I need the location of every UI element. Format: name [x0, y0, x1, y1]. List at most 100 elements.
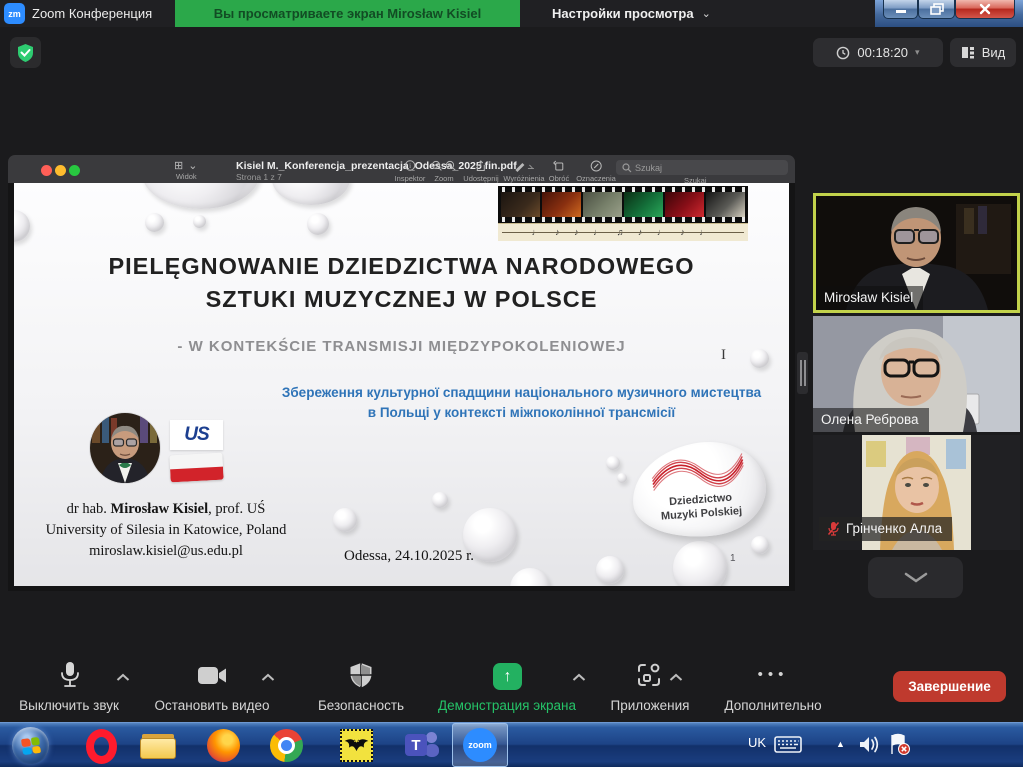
windows-logo-icon	[20, 736, 40, 754]
author-email: miroslaw.kisiel@us.edu.pl	[22, 541, 310, 562]
keyboard-layout-icon[interactable]	[774, 734, 802, 759]
film-frame	[542, 192, 581, 217]
bubble-decoration	[673, 541, 727, 586]
clock-icon	[836, 46, 850, 60]
language-indicator[interactable]: UK	[748, 735, 766, 750]
bubble-decoration	[14, 210, 30, 242]
stop-video-button-label[interactable]: Остановить видео	[154, 698, 269, 713]
zoom-app-icon-glyph: zm	[8, 9, 21, 19]
apps-icon[interactable]	[636, 662, 662, 693]
minimize-button[interactable]	[883, 0, 918, 19]
share-screen-button-label[interactable]: Демонстрация экрана	[438, 698, 576, 713]
security-button-label[interactable]: Безопасность	[318, 698, 404, 713]
meeting-timer[interactable]: 00:18:20 ▾	[813, 38, 943, 67]
mute-button-label[interactable]: Выключить звук	[19, 698, 119, 713]
author-affiliation: University of Silesia in Katowice, Polan…	[22, 520, 310, 541]
sidebar-toggle-icon: ⊞ ⌄	[174, 159, 199, 172]
hidden-icons-button[interactable]: ▲	[836, 739, 845, 749]
pdf-tool-highlight[interactable]: Wyróżnienia	[503, 159, 544, 183]
heritage-logo-droplet: Dziedzictwo Muzyki Polskiej	[627, 435, 771, 545]
bubble-decoration	[617, 473, 627, 483]
bubble-decoration	[272, 183, 350, 205]
meeting-security-badge[interactable]	[10, 37, 41, 68]
view-button-label: Вид	[982, 45, 1006, 60]
pdf-page-status: Strona 1 z 7	[236, 172, 282, 182]
film-frame	[501, 192, 540, 217]
pdf-tool-inspector[interactable]: i Inspektor	[395, 159, 426, 183]
taskbar-opera-icon[interactable]	[86, 729, 120, 763]
svg-text:i: i	[409, 162, 411, 170]
taskbar-explorer-icon[interactable]	[140, 729, 174, 763]
bubble-decoration	[193, 215, 206, 228]
panel-resize-handle[interactable]	[797, 352, 808, 394]
pdf-sidebar-toggle[interactable]: ⊞ ⌄ Widok	[174, 159, 199, 181]
pdf-tool-markup[interactable]: Oznaczenia	[576, 159, 616, 183]
start-button[interactable]	[12, 727, 49, 764]
taskbar-firefox-icon[interactable]	[207, 729, 241, 763]
slide-subtitle: - W KONTEKŚCIE TRANSMISJI MIĘDZYPOKOLENI…	[14, 338, 789, 355]
action-center-flag-icon[interactable]	[888, 733, 912, 761]
info-icon: i	[395, 159, 426, 172]
pdf-tool-rotate[interactable]: Obróć	[549, 159, 569, 183]
collapse-panel-button[interactable]	[868, 557, 963, 598]
bubble-decoration	[751, 536, 769, 554]
taskbar-zoom-button-active[interactable]: zoom	[452, 723, 508, 767]
author-block: dr hab. Mirosław Kisiel, prof. UŚ Univer…	[22, 499, 310, 562]
pdf-tool-share[interactable]: Udostępnij	[463, 159, 498, 183]
presentation-slide: ♩ ♪ ♪ ♩ ♫ ♪ ♩ ♪ ♩ PIELĘGNOWANIE DZIEDZIC…	[14, 183, 789, 586]
shield-check-icon	[16, 43, 35, 63]
security-shield-icon[interactable]	[349, 662, 374, 693]
more-options-icon[interactable]: •••	[758, 666, 789, 683]
sidebar-toggle-label: Widok	[174, 172, 199, 181]
sheet-music-image: ♩ ♪ ♪ ♩ ♫ ♪ ♩ ♪ ♩	[498, 223, 748, 241]
apps-options-chevron[interactable]	[669, 669, 684, 687]
share-options-chevron[interactable]	[572, 669, 587, 687]
slide-page-number: 1	[730, 553, 736, 564]
share-screen-button[interactable]: ↑	[493, 663, 522, 690]
bubble-decoration	[510, 568, 550, 586]
volume-icon[interactable]	[858, 734, 882, 760]
view-settings-menu[interactable]: Настройки просмотра ⌄	[540, 0, 723, 27]
chevron-down-icon	[903, 571, 929, 584]
mute-options-chevron[interactable]	[116, 669, 131, 687]
taskbar-chrome-icon[interactable]	[270, 729, 304, 763]
pdf-search-input[interactable]: Szukaj	[616, 160, 788, 175]
close-button[interactable]	[955, 0, 1015, 19]
poland-flag	[169, 453, 223, 483]
mic-muted-icon	[827, 521, 840, 536]
minimize-icon	[895, 4, 907, 14]
bubble-decoration	[596, 556, 624, 584]
pdf-window-titlebar: ⊞ ⌄ Widok Kisiel M._Konferencja_prezenta…	[8, 155, 795, 183]
taskbar-teams-icon[interactable]: T	[405, 729, 439, 763]
video-options-chevron[interactable]	[261, 669, 276, 687]
video-camera-icon[interactable]	[198, 666, 228, 690]
app-title: Zoom Конференция	[32, 0, 152, 27]
bat-icon	[343, 737, 370, 755]
end-meeting-button[interactable]: Завершение	[893, 671, 1006, 702]
view-button[interactable]: Вид	[950, 38, 1016, 67]
search-placeholder: Szukaj	[635, 163, 662, 173]
video-tile-olena-rebrova[interactable]: Олена Реброва	[813, 316, 1020, 432]
pdf-tool-zoom[interactable]: Zoom	[431, 159, 457, 183]
video-tile-hrinchenko-alla[interactable]: Грінченко Алла	[813, 435, 1020, 550]
text-cursor: I	[721, 347, 726, 364]
slide-title-line1: PIELĘGNOWANIE DZIEDZICTWA NARODOWEGO	[14, 253, 789, 280]
chevron-down-icon: ▾	[915, 47, 920, 58]
apps-button-label[interactable]: Приложения	[611, 698, 690, 713]
more-button-label[interactable]: Дополнительно	[724, 698, 821, 713]
bubble-decoration	[145, 213, 164, 232]
video-tile-mirosław-kisiel[interactable]: Mirosław Kisiel	[813, 193, 1020, 313]
mac-close-button[interactable]	[41, 165, 52, 176]
participant-name-label: Олена Реброва	[813, 408, 929, 432]
mac-zoom-button[interactable]	[69, 165, 80, 176]
taskbar-thebat-icon[interactable]	[340, 729, 374, 763]
pen-icon	[503, 159, 544, 172]
restore-button[interactable]	[918, 0, 955, 19]
screen-share-banner: Вы просматриваете экран Mirosław Kisiel	[175, 0, 520, 27]
film-frame	[583, 192, 622, 217]
mac-minimize-button[interactable]	[55, 165, 66, 176]
flag-red-band	[170, 466, 224, 482]
slide-title-line2: SZTUKI MUZYCZNEJ W POLSCE	[14, 286, 789, 313]
microphone-icon[interactable]	[58, 661, 82, 694]
layout-grid-icon	[961, 46, 975, 59]
